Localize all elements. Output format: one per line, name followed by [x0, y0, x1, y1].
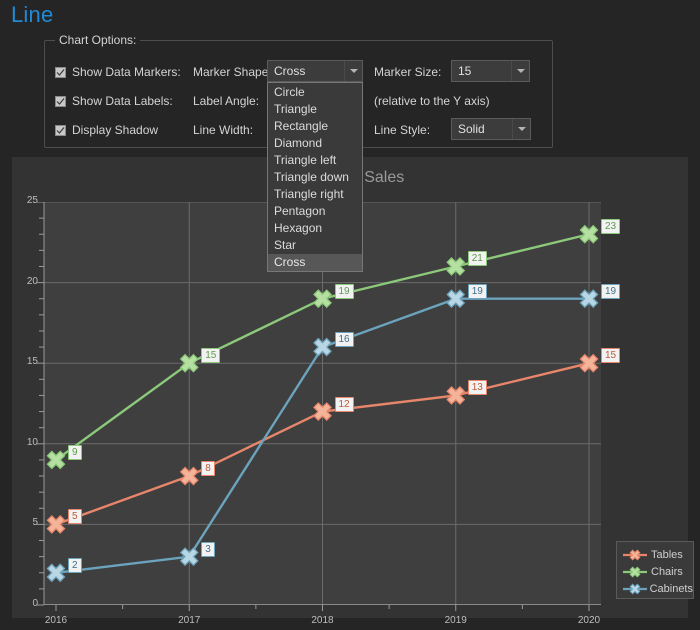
show-data-labels-checkbox[interactable] — [55, 95, 66, 107]
show-data-markers-checkbox[interactable] — [55, 66, 66, 78]
marker-size-note-row: (relative to the Y axis) — [374, 90, 490, 112]
data-label: 2 — [68, 557, 82, 573]
marker-shape-value: Cross — [274, 64, 306, 78]
data-label: 3 — [201, 541, 215, 557]
y-axis-ticks — [36, 202, 45, 606]
show-data-labels-row[interactable]: Show Data Labels: — [55, 90, 173, 112]
data-label: 19 — [601, 283, 621, 299]
data-label: 8 — [201, 461, 215, 477]
marker-shape-dropdown-arrow[interactable] — [344, 61, 362, 81]
data-label: 16 — [334, 332, 354, 348]
line-style-dropdown-arrow[interactable] — [512, 119, 530, 139]
x-axis-tick-label: 2018 — [311, 615, 334, 626]
line-style-label: Line Style: — [374, 123, 431, 137]
label-angle-label: Label Angle: — [193, 94, 260, 108]
marker-size-label-row: Marker Size: — [374, 61, 441, 83]
page-title: Line — [11, 2, 54, 27]
x-axis-ticks — [55, 605, 590, 611]
data-label: 12 — [334, 396, 354, 412]
line-style-combobox[interactable]: Solid — [451, 118, 531, 140]
marker-size-dropdown-arrow[interactable] — [511, 61, 529, 81]
data-label: 15 — [201, 348, 221, 364]
dropdown-option-pentagon[interactable]: Pentagon — [268, 203, 362, 220]
legend-marker-icon — [623, 549, 647, 560]
line-style-label-row: Line Style: — [374, 119, 430, 141]
marker-size-combobox[interactable]: 15 — [451, 60, 530, 82]
legend-item: Tables — [622, 546, 693, 563]
data-label: 5 — [68, 509, 82, 525]
label-angle-label-row: Label Angle: — [193, 90, 259, 112]
legend-marker-icon — [623, 583, 647, 594]
line-width-label-row: Line Width: — [193, 119, 253, 141]
marker-size-value: 15 — [458, 64, 472, 78]
chart-legend: Tables Chairs Cabinets — [616, 541, 694, 599]
data-label: 13 — [467, 380, 487, 396]
legend-item: Cabinets — [622, 580, 693, 597]
chevron-down-icon — [516, 69, 525, 73]
display-shadow-row[interactable]: Display Shadow — [55, 119, 158, 141]
display-shadow-label: Display Shadow — [72, 123, 159, 137]
dropdown-option-triangle[interactable]: Triangle — [268, 101, 362, 118]
display-shadow-checkbox[interactable] — [55, 124, 66, 136]
dropdown-option-triangle-down[interactable]: Triangle down — [268, 169, 362, 186]
chart-options-legend: Chart Options: — [55, 33, 141, 47]
marker-shape-dropdown-list[interactable]: Circle Triangle Rectangle Diamond Triangle l… — [267, 82, 363, 272]
data-label: 9 — [68, 444, 82, 460]
dropdown-option-triangle-left[interactable]: Triangle left — [268, 152, 362, 169]
show-data-markers-row[interactable]: Show Data Markers: — [55, 61, 181, 83]
marker-shape-combobox[interactable]: Cross — [267, 60, 363, 82]
marker-size-label: Marker Size: — [374, 65, 442, 79]
show-data-labels-label: Show Data Labels: — [72, 94, 173, 108]
dropdown-option-diamond[interactable]: Diamond — [268, 135, 362, 152]
legend-marker-icon — [623, 566, 647, 577]
chevron-down-icon — [349, 69, 358, 73]
legend-label: Cabinets — [649, 582, 693, 595]
legend-label: Tables — [651, 548, 683, 561]
x-axis-tick-label: 2017 — [178, 615, 201, 626]
show-data-markers-label: Show Data Markers: — [72, 65, 181, 79]
x-axis-tick-label: 2016 — [44, 615, 68, 626]
marker-shape-label-row: Marker Shape: — [193, 61, 272, 83]
data-label: 19 — [467, 283, 487, 299]
legend-label: Chairs — [651, 565, 683, 578]
dropdown-option-circle[interactable]: Circle — [268, 84, 362, 101]
line-width-label: Line Width: — [193, 123, 254, 137]
dropdown-option-triangle-right[interactable]: Triangle right — [268, 186, 362, 203]
marker-shape-label: Marker Shape: — [193, 65, 272, 79]
data-label: 15 — [601, 348, 621, 364]
dropdown-option-star[interactable]: Star — [268, 237, 362, 254]
marker-size-note: (relative to the Y axis) — [374, 94, 490, 108]
data-label: 21 — [467, 251, 487, 267]
line-style-value: Solid — [458, 122, 485, 136]
x-axis-tick-label: 2020 — [577, 615, 601, 626]
dropdown-option-rectangle[interactable]: Rectangle — [268, 118, 362, 135]
chevron-down-icon — [517, 127, 526, 131]
data-label: 19 — [334, 283, 354, 299]
dropdown-option-hexagon[interactable]: Hexagon — [268, 220, 362, 237]
legend-item: Chairs — [622, 563, 693, 580]
data-label: 23 — [601, 219, 621, 235]
x-axis-tick-label: 2019 — [444, 615, 467, 626]
dropdown-option-cross[interactable]: Cross — [268, 254, 362, 271]
